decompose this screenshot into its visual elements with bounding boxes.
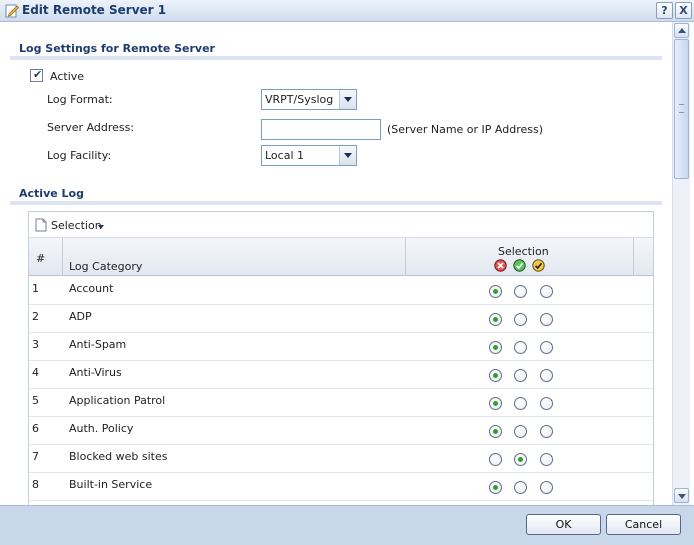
table-row[interactable]: 5 Application Patrol bbox=[29, 389, 653, 417]
radio-enable-debug[interactable] bbox=[540, 285, 553, 298]
ok-button[interactable]: OK bbox=[526, 514, 601, 535]
selection-toolbar: Selection bbox=[29, 212, 653, 238]
active-label: Active bbox=[50, 70, 85, 83]
row-number: 1 bbox=[32, 282, 39, 295]
radio-disable[interactable] bbox=[489, 481, 502, 494]
row-log-category: Anti-Virus bbox=[69, 366, 122, 379]
table-row[interactable]: 2 ADP bbox=[29, 305, 653, 333]
edit-pencil-icon bbox=[5, 4, 19, 18]
radio-disable[interactable] bbox=[489, 285, 502, 298]
row-log-category: Blocked web sites bbox=[69, 450, 168, 463]
row-number: 2 bbox=[32, 310, 39, 323]
checkmark-icon: ✔ bbox=[33, 68, 43, 81]
row-number: 3 bbox=[32, 338, 39, 351]
table-row[interactable]: 7 Blocked web sites bbox=[29, 445, 653, 473]
table-header: # Log Category Selection bbox=[29, 238, 653, 276]
selection-menu-button[interactable]: Selection bbox=[51, 219, 102, 232]
row-log-category: Account bbox=[69, 282, 114, 295]
log-facility-label: Log Facility: bbox=[47, 149, 112, 162]
radio-enable-debug[interactable] bbox=[540, 425, 553, 438]
row-number: 7 bbox=[32, 450, 39, 463]
chevron-down-icon[interactable] bbox=[339, 146, 356, 165]
row-number: 6 bbox=[32, 422, 39, 435]
table-row[interactable]: 1 Account bbox=[29, 277, 653, 305]
row-log-category: Anti-Spam bbox=[69, 338, 127, 351]
dialog-content: Log Settings for Remote Server ✔ Active … bbox=[0, 22, 672, 505]
radio-enable-debug[interactable] bbox=[540, 453, 553, 466]
row-log-category: Built-in Service bbox=[69, 478, 153, 491]
radio-enable-normal[interactable] bbox=[514, 481, 527, 494]
col-divider bbox=[405, 238, 406, 276]
enable-normal-icon[interactable] bbox=[513, 259, 526, 272]
table-row[interactable]: 6 Auth. Policy bbox=[29, 417, 653, 445]
server-address-input[interactable] bbox=[261, 119, 381, 140]
radio-enable-normal[interactable] bbox=[514, 313, 527, 326]
scroll-up-button[interactable] bbox=[674, 23, 689, 38]
table-row[interactable]: 3 Anti-Spam bbox=[29, 333, 653, 361]
log-settings-heading-text: Log Settings for Remote Server bbox=[19, 42, 215, 55]
active-log-heading-text: Active Log bbox=[19, 187, 84, 200]
row-number: 4 bbox=[32, 366, 39, 379]
radio-enable-normal[interactable] bbox=[514, 397, 527, 410]
server-address-label: Server Address: bbox=[47, 121, 135, 134]
radio-enable-normal[interactable] bbox=[514, 369, 527, 382]
radio-enable-normal[interactable] bbox=[514, 425, 527, 438]
log-settings-heading: Log Settings for Remote Server bbox=[10, 42, 662, 60]
radio-enable-debug[interactable] bbox=[540, 341, 553, 354]
close-button[interactable]: X bbox=[675, 2, 692, 19]
radio-enable-debug[interactable] bbox=[540, 313, 553, 326]
caret-down-icon[interactable] bbox=[98, 225, 104, 229]
row-log-category: Auth. Policy bbox=[69, 422, 134, 435]
disable-icon[interactable] bbox=[494, 259, 507, 272]
active-log-table: Selection # Log Category Selection 1Acco… bbox=[28, 211, 654, 505]
col-num: # bbox=[36, 252, 46, 265]
help-button[interactable]: ? bbox=[656, 2, 673, 19]
radio-enable-debug[interactable] bbox=[540, 397, 553, 410]
enable-debug-icon[interactable] bbox=[532, 259, 545, 272]
row-number: 8 bbox=[32, 478, 39, 491]
row-log-category: Application Patrol bbox=[69, 394, 166, 407]
server-address-hint: (Server Name or IP Address) bbox=[387, 123, 544, 136]
col-divider bbox=[633, 238, 634, 276]
log-facility-value: Local 1 bbox=[265, 149, 305, 162]
log-facility-select[interactable]: Local 1 bbox=[261, 145, 357, 166]
table-row[interactable]: 4 Anti-Virus bbox=[29, 361, 653, 389]
radio-enable-normal[interactable] bbox=[514, 453, 527, 466]
scroll-down-button[interactable] bbox=[674, 488, 689, 503]
log-format-label: Log Format: bbox=[47, 93, 113, 106]
row-log-category: ADP bbox=[69, 310, 92, 323]
dialog-footer: OK Cancel bbox=[0, 505, 694, 545]
document-icon bbox=[35, 218, 47, 232]
radio-enable-normal[interactable] bbox=[514, 341, 527, 354]
chevron-down-icon[interactable] bbox=[339, 90, 356, 109]
radio-enable-normal[interactable] bbox=[514, 285, 527, 298]
cancel-button[interactable]: Cancel bbox=[606, 514, 681, 535]
col-divider bbox=[62, 238, 63, 276]
radio-disable[interactable] bbox=[489, 313, 502, 326]
radio-disable[interactable] bbox=[489, 369, 502, 382]
col-selection: Selection bbox=[498, 245, 549, 258]
window-title: Edit Remote Server 1 bbox=[22, 3, 167, 17]
radio-disable[interactable] bbox=[489, 341, 502, 354]
radio-disable[interactable] bbox=[489, 397, 502, 410]
col-log-category[interactable]: Log Category bbox=[69, 260, 142, 273]
log-format-select[interactable]: VRPT/Syslog bbox=[261, 89, 357, 110]
radio-enable-debug[interactable] bbox=[540, 481, 553, 494]
title-bar: Edit Remote Server 1 ? X bbox=[0, 0, 694, 22]
radio-enable-debug[interactable] bbox=[540, 369, 553, 382]
active-log-heading: Active Log bbox=[10, 187, 662, 205]
table-row[interactable]: 8 Built-in Service bbox=[29, 473, 653, 501]
vertical-scrollbar[interactable] bbox=[672, 22, 690, 505]
radio-disable[interactable] bbox=[489, 453, 502, 466]
active-checkbox[interactable]: ✔ bbox=[30, 68, 43, 82]
log-format-value: VRPT/Syslog bbox=[265, 93, 334, 106]
scroll-thumb[interactable] bbox=[674, 39, 689, 179]
row-number: 5 bbox=[32, 394, 39, 407]
radio-disable[interactable] bbox=[489, 425, 502, 438]
